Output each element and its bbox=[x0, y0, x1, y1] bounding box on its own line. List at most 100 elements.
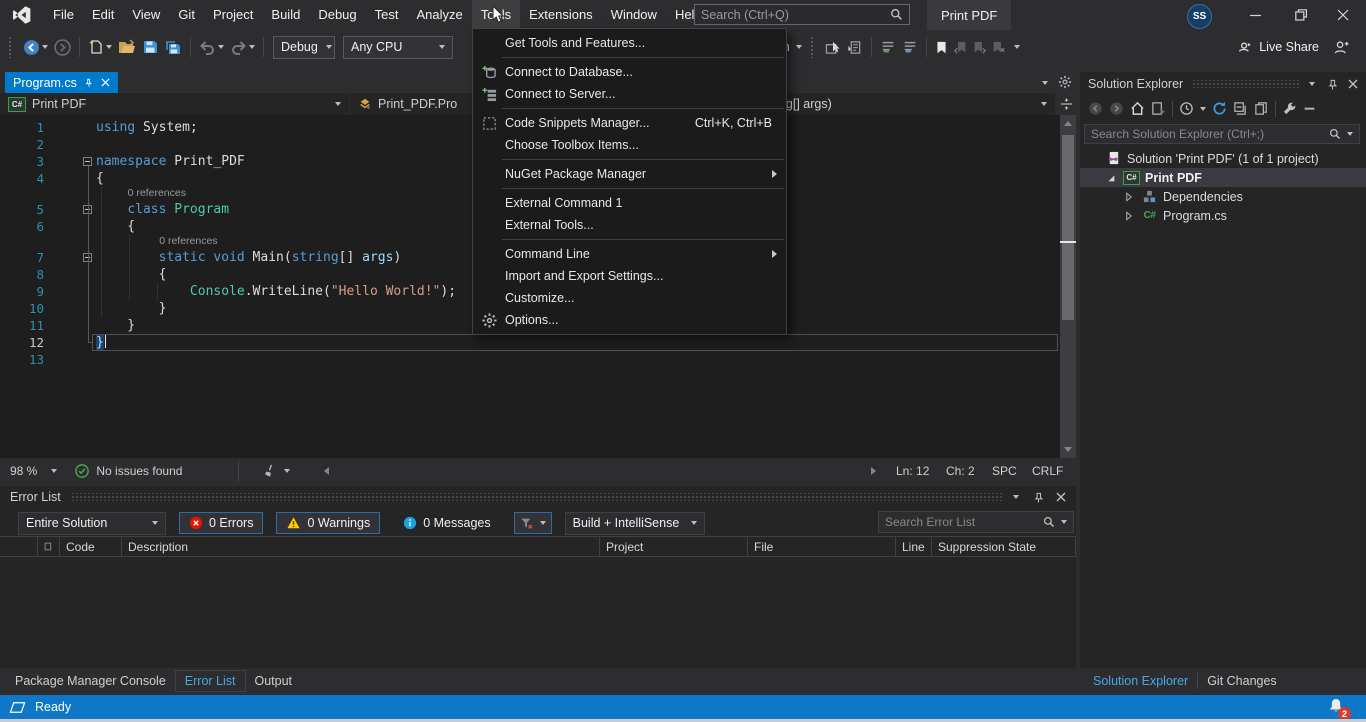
right-tab-git-changes[interactable]: Git Changes bbox=[1198, 671, 1285, 691]
menu-item-external-tools[interactable]: External Tools... bbox=[473, 214, 786, 236]
panel-drag-area[interactable] bbox=[1191, 80, 1301, 88]
column-line[interactable]: Line bbox=[896, 537, 932, 556]
menu-item-external-command-1[interactable]: External Command 1 bbox=[473, 192, 786, 214]
split-editor-handle[interactable] bbox=[1056, 93, 1076, 115]
column-severity-icon[interactable] bbox=[38, 537, 60, 556]
menu-item-command-line[interactable]: Command Line bbox=[473, 243, 786, 265]
background-tasks-icon[interactable] bbox=[9, 701, 26, 714]
error-scope-dropdown[interactable]: Entire Solution bbox=[18, 512, 166, 535]
navigate-back-button[interactable] bbox=[20, 35, 51, 59]
tree-item-dependencies[interactable]: Dependencies bbox=[1080, 187, 1366, 206]
close-window-button[interactable] bbox=[1320, 0, 1366, 30]
solution-explorer-search-input[interactable]: Search Solution Explorer (Ctrl+;) bbox=[1084, 124, 1360, 144]
hscroll-right-arrow[interactable] bbox=[871, 467, 880, 475]
tree-item-solution-print-pdf-1-of-1-project[interactable]: Solution 'Print PDF' (1 of 1 project) bbox=[1080, 149, 1366, 168]
feedback-button[interactable] bbox=[1330, 35, 1352, 59]
indent-mode-indicator[interactable]: SPC bbox=[992, 464, 1032, 478]
expander-icon[interactable] bbox=[1104, 172, 1118, 184]
line-ending-indicator[interactable]: CRLF bbox=[1032, 464, 1076, 478]
preview-selected-icon[interactable] bbox=[1303, 102, 1316, 115]
messages-filter-button[interactable]: 0 Messages bbox=[393, 512, 500, 534]
close-tab-icon[interactable] bbox=[101, 78, 110, 87]
editor-settings-gear-icon[interactable] bbox=[1058, 75, 1072, 89]
platform-dropdown[interactable]: Any CPU bbox=[343, 36, 453, 59]
warnings-filter-button[interactable]: 0 Warnings bbox=[276, 512, 380, 534]
pin-panel-icon[interactable] bbox=[1327, 79, 1338, 90]
home-icon[interactable] bbox=[1130, 101, 1145, 116]
new-file-button[interactable] bbox=[85, 35, 115, 59]
toolbar-grip-2[interactable] bbox=[810, 36, 814, 58]
panel-drag-area[interactable] bbox=[71, 493, 1003, 501]
error-list-search-input[interactable]: Search Error List bbox=[878, 511, 1074, 533]
se-forward-button[interactable] bbox=[1109, 101, 1124, 116]
errors-filter-button[interactable]: 0 Errors bbox=[179, 512, 263, 534]
previous-bookmark-button[interactable] bbox=[951, 35, 970, 59]
menu-project[interactable]: Project bbox=[204, 0, 262, 30]
close-panel-icon[interactable] bbox=[1348, 79, 1358, 89]
tree-item-program-cs[interactable]: C#Program.cs bbox=[1080, 206, 1366, 225]
editor-vertical-scrollbar[interactable] bbox=[1060, 115, 1076, 458]
pin-panel-icon[interactable] bbox=[1033, 492, 1044, 503]
bottom-tab-package-manager-console[interactable]: Package Manager Console bbox=[6, 671, 175, 691]
menu-git[interactable]: Git bbox=[169, 0, 204, 30]
clear-bookmarks-button[interactable] bbox=[989, 35, 1008, 59]
find-in-files-button[interactable] bbox=[822, 35, 844, 59]
right-tab-solution-explorer[interactable]: Solution Explorer bbox=[1084, 671, 1197, 691]
redo-button[interactable] bbox=[227, 35, 258, 59]
scroll-up-arrow[interactable] bbox=[1064, 121, 1072, 126]
menu-item-choose-toolbox-items[interactable]: Choose Toolbox Items... bbox=[473, 134, 786, 156]
show-all-files-icon[interactable] bbox=[1254, 101, 1269, 116]
menu-window[interactable]: Window bbox=[602, 0, 666, 30]
se-back-button[interactable] bbox=[1088, 101, 1103, 116]
toolbar-grip[interactable] bbox=[8, 36, 12, 58]
minimize-button[interactable] bbox=[1232, 0, 1278, 30]
scrollbar-thumb[interactable] bbox=[1062, 135, 1074, 320]
menu-item-connect-to-database[interactable]: Connect to Database... bbox=[473, 61, 786, 83]
menu-item-import-and-export-settings[interactable]: Import and Export Settings... bbox=[473, 265, 786, 287]
zoom-dropdown[interactable]: 98 % bbox=[0, 464, 67, 478]
undo-button[interactable] bbox=[196, 35, 227, 59]
properties-wrench-icon[interactable] bbox=[1282, 101, 1297, 116]
menu-test[interactable]: Test bbox=[366, 0, 408, 30]
column-file[interactable]: File bbox=[748, 537, 896, 556]
menu-item-get-tools-and-features[interactable]: Get Tools and Features... bbox=[473, 32, 786, 54]
bookmark-overflow-caret-icon[interactable] bbox=[1014, 45, 1020, 49]
restore-button[interactable] bbox=[1278, 0, 1324, 30]
close-panel-icon[interactable] bbox=[1056, 492, 1066, 502]
panel-menu-caret-icon[interactable] bbox=[1013, 495, 1019, 499]
menu-view[interactable]: View bbox=[123, 0, 169, 30]
save-button[interactable] bbox=[139, 35, 161, 59]
new-file-caret-icon[interactable] bbox=[106, 45, 112, 49]
code-cleanup-caret-icon[interactable] bbox=[284, 469, 290, 473]
configuration-dropdown[interactable]: Debug bbox=[273, 36, 335, 59]
search-input[interactable]: Search (Ctrl+Q) bbox=[694, 4, 910, 25]
menu-edit[interactable]: Edit bbox=[83, 0, 123, 30]
code-cleanup-broom-icon[interactable] bbox=[263, 464, 278, 478]
tree-item-print-pdf[interactable]: C#Print PDF bbox=[1080, 168, 1366, 187]
menu-extensions[interactable]: Extensions bbox=[520, 0, 602, 30]
document-well-dropdown-icon[interactable] bbox=[1042, 81, 1048, 85]
build-intellisense-dropdown[interactable]: Build + IntelliSense bbox=[565, 512, 705, 535]
code-line-13[interactable]: 13 bbox=[0, 351, 1060, 368]
health-status[interactable]: No issues found bbox=[96, 464, 182, 478]
panel-menu-caret-icon[interactable] bbox=[1309, 82, 1315, 86]
menu-build[interactable]: Build bbox=[262, 0, 309, 30]
tab-program-cs[interactable]: Program.cs bbox=[5, 72, 118, 93]
filter-button[interactable] bbox=[514, 512, 552, 534]
pending-changes-filter-icon[interactable] bbox=[1179, 101, 1194, 116]
expander-icon[interactable] bbox=[1122, 191, 1136, 203]
menu-item-connect-to-server[interactable]: Connect to Server... bbox=[473, 83, 786, 105]
menu-item-customize[interactable]: Customize... bbox=[473, 287, 786, 309]
member-dropdown[interactable]: ring[] args) bbox=[764, 93, 1056, 115]
expander-icon[interactable] bbox=[1122, 210, 1136, 222]
navigate-forward-button[interactable] bbox=[51, 35, 74, 59]
redo-caret-icon[interactable] bbox=[249, 45, 255, 49]
bottom-tab-output[interactable]: Output bbox=[246, 671, 302, 691]
undo-caret-icon[interactable] bbox=[218, 45, 224, 49]
save-all-button[interactable] bbox=[161, 35, 185, 59]
notifications-button[interactable]: 2 bbox=[1328, 697, 1344, 717]
bottom-tab-error-list[interactable]: Error List bbox=[175, 670, 246, 692]
column-project[interactable]: Project bbox=[600, 537, 748, 556]
column-description[interactable]: Description bbox=[122, 537, 600, 556]
menu-item-nuget-package-manager[interactable]: NuGet Package Manager bbox=[473, 163, 786, 185]
